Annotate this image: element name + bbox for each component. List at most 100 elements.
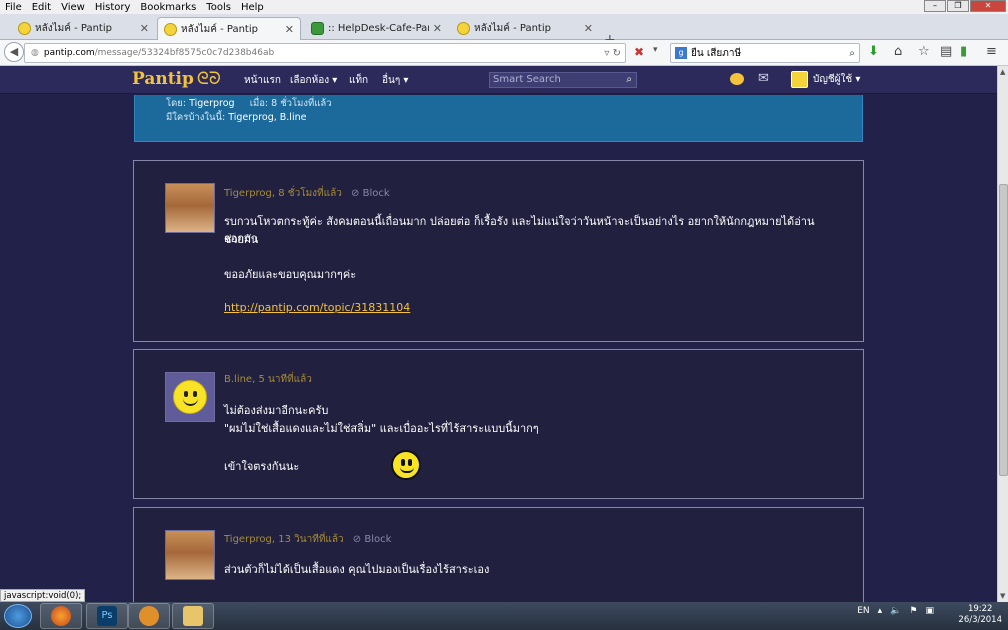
menu-tools[interactable]: Tools [201, 2, 236, 13]
members-label: มีใครบ้างในนี้: [166, 112, 226, 123]
smart-search-placeholder: Smart Search [493, 74, 561, 85]
message-post: Tigerprog, 13 วินาทีที่แล้ว ⊘ Block ส่วน… [133, 507, 864, 602]
page-scrollbar[interactable]: ▲ ▼ [997, 66, 1008, 602]
menu-bookmarks[interactable]: Bookmarks [135, 2, 201, 13]
nav-home[interactable]: หน้าแรก [244, 73, 281, 88]
post-text-line: ช่วยกัน [224, 233, 259, 246]
topic-link[interactable]: http://pantip.com/topic/31831104 [224, 301, 410, 314]
avatar[interactable] [165, 372, 215, 422]
post-text-line: เข้าใจตรงกันนะ [224, 450, 824, 480]
menu-view[interactable]: View [56, 2, 90, 13]
media-player-icon [139, 606, 159, 626]
mail-icon[interactable]: ✉ [758, 71, 769, 86]
avatar[interactable] [165, 530, 215, 580]
home-icon[interactable]: ⌂ [894, 44, 902, 59]
scrollbar-thumb[interactable] [999, 184, 1008, 476]
smiley-avatar-icon [173, 380, 207, 414]
post-text-line: ขออภัยและขอบคุณมากๆค่ะ [224, 268, 357, 281]
thread-info-line-2: มีใครบ้างในนี้: Tigerprog, B.line [166, 110, 306, 125]
search-icon[interactable]: ⌕ [626, 73, 632, 87]
post-author[interactable]: B.line [224, 374, 252, 385]
signal-icon[interactable]: ▮ [960, 44, 967, 59]
back-button[interactable]: ◀ [4, 42, 24, 62]
menu-file[interactable]: File [0, 2, 27, 13]
thread-time: 8 ชั่วโมงที่แล้ว [271, 98, 332, 109]
scroll-up-icon[interactable]: ▲ [1000, 68, 1005, 76]
menu-edit[interactable]: Edit [27, 2, 56, 13]
message-thread: โดย: Tigerprog เมื่อ: 8 ชั่วโมงที่แล้ว ม… [0, 95, 997, 602]
post-meta: Tigerprog, 8 ชั่วโมงที่แล้ว ⊘ Block [224, 188, 390, 199]
reload-icon[interactable]: ▿ ↻ [604, 48, 621, 59]
account-menu[interactable]: บัญชีผู้ใช้ ▾ [791, 71, 860, 88]
photoshop-taskbar-button[interactable]: Ps [86, 603, 128, 629]
close-tab-icon[interactable]: ✕ [433, 22, 442, 35]
nav-rooms[interactable]: เลือกห้อง ▾ [290, 73, 337, 88]
logo-text: Pantip [132, 69, 194, 89]
url-bar[interactable]: ◍ pantip.com /message/53324bf8575c0c7d23… [24, 43, 626, 63]
photoshop-icon: Ps [97, 606, 117, 626]
addon-icon[interactable]: ✖ [634, 45, 644, 59]
menu-history[interactable]: History [90, 2, 136, 13]
taskbar-clock[interactable]: 19:22 26/3/2014 [958, 604, 1002, 626]
thread-author[interactable]: Tigerprog [189, 98, 235, 109]
tab-2-active[interactable]: หลังไมค์ - Pantip ✕ [157, 17, 301, 40]
dropdown-icon[interactable]: ▾ [653, 45, 658, 55]
maximize-button[interactable]: ❐ [947, 0, 969, 12]
post-time: 13 วินาทีที่แล้ว [278, 534, 344, 545]
nav-tags[interactable]: แท็ก [349, 73, 368, 88]
smiley-favicon-icon [164, 22, 177, 36]
tray-expand-icon[interactable]: ▴ [878, 606, 883, 616]
by-label: โดย: [166, 98, 187, 109]
taskbar: Ps EN ▴ 🔈 ⚑ ▣ 19:22 26/3/2014 [0, 602, 1008, 630]
media-player-taskbar-button[interactable] [128, 603, 170, 629]
search-input[interactable]: ยืน เสียภาษี [691, 46, 741, 61]
minimize-button[interactable]: – [924, 0, 946, 12]
post-text: เข้าใจตรงกันนะ [224, 460, 300, 473]
post-author[interactable]: Tigerprog [224, 534, 272, 545]
scroll-down-icon[interactable]: ▼ [1000, 592, 1005, 600]
tab-3[interactable]: :: HelpDesk-Cafe-Pantip.co... ✕ [305, 17, 448, 40]
hamburger-menu-icon[interactable]: ≡ [986, 44, 997, 59]
folder-icon [183, 606, 203, 626]
flag-icon[interactable]: ⚑ [909, 606, 917, 616]
menu-help[interactable]: Help [236, 2, 269, 13]
download-icon[interactable]: ⬇ [868, 44, 879, 59]
message-post: Tigerprog, 8 ชั่วโมงที่แล้ว ⊘ Block รบกว… [133, 160, 864, 342]
tab-bar: หลังไมค์ - Pantip ✕ หลังไมค์ - Pantip ✕ … [0, 14, 1008, 48]
volume-icon[interactable]: 🔈 [890, 606, 901, 616]
close-tab-icon[interactable]: ✕ [584, 22, 593, 35]
tab-1[interactable]: หลังไมค์ - Pantip ✕ [12, 17, 155, 40]
tab-title: หลังไมค์ - Pantip [181, 23, 258, 35]
post-text-line: "ผมไม่ใช่เสื้อแดงและไม่ใช่สลิ่ม" และเบื่… [224, 422, 539, 435]
block-button[interactable]: ⊘ Block [353, 534, 392, 545]
pantip-logo[interactable]: Pantip ᘓᘐ [132, 69, 221, 89]
thread-members[interactable]: Tigerprog, B.line [228, 112, 306, 123]
close-window-button[interactable]: ✕ [970, 0, 1006, 12]
explorer-taskbar-button[interactable] [172, 603, 214, 629]
firefox-icon [51, 606, 71, 626]
language-indicator[interactable]: EN [857, 606, 869, 616]
cactus-favicon-icon [311, 22, 324, 35]
bookmark-star-icon[interactable]: ☆ [918, 44, 930, 59]
firefox-taskbar-button[interactable] [40, 603, 82, 629]
tab-4[interactable]: หลังไมค์ - Pantip ✕ [451, 17, 599, 40]
url-path: /message/53324bf8575c0c7d238b46ab [94, 48, 275, 58]
avatar[interactable] [165, 183, 215, 233]
close-tab-icon[interactable]: ✕ [140, 22, 149, 35]
bookmarks-list-icon[interactable]: ▤ [940, 44, 952, 59]
post-author[interactable]: Tigerprog [224, 188, 272, 199]
account-label: บัญชีผู้ใช้ ▾ [813, 74, 861, 85]
smart-search-input[interactable]: Smart Search ⌕ [489, 72, 637, 88]
start-button[interactable] [4, 604, 32, 628]
post-text-line: ส่วนตัวก็ไม่ได้เป็นเสื้อแดง คุณไปมองเป็น… [224, 563, 490, 576]
block-button[interactable]: ⊘ Block [351, 188, 390, 199]
clock-time: 19:22 [967, 604, 993, 614]
search-bar[interactable]: g ยืน เสียภาษี ⌕ [670, 43, 860, 63]
search-icon[interactable]: ⌕ [849, 48, 855, 59]
nav-more[interactable]: อื่นๆ ▾ [382, 73, 408, 88]
network-icon[interactable]: ▣ [925, 606, 934, 616]
globe-icon: ◍ [31, 48, 39, 58]
chat-bubble-icon[interactable] [730, 73, 744, 85]
window-controls: – ❐ ✕ [923, 0, 1006, 12]
close-tab-icon[interactable]: ✕ [285, 23, 294, 36]
